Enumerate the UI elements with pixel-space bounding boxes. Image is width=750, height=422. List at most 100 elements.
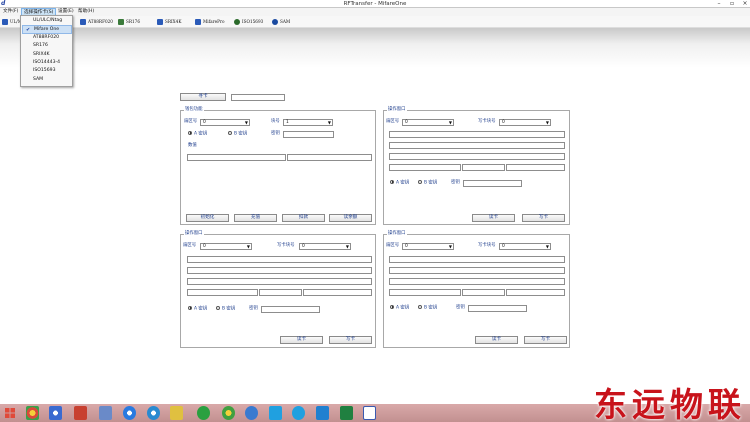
shield-icon[interactable] — [316, 406, 329, 420]
block-data-3a[interactable] — [389, 164, 461, 171]
card-icon — [2, 19, 8, 25]
read-card-button[interactable]: 读卡 — [472, 214, 515, 222]
key-b-radio[interactable]: B 密钥 — [418, 179, 437, 187]
block-data-3b[interactable] — [462, 164, 505, 171]
start-button[interactable] — [3, 406, 17, 420]
dropdown-item-sr176[interactable]: SR176 — [22, 42, 72, 50]
key-a-radio[interactable]: A 密钥 — [188, 305, 207, 313]
block-data-3a[interactable] — [187, 289, 258, 296]
folder-icon[interactable] — [170, 406, 183, 420]
write-card-button[interactable]: 写卡 — [522, 214, 565, 222]
value-label: 数值 — [188, 143, 197, 148]
block-data-3c[interactable] — [506, 164, 565, 171]
block-data-2[interactable] — [389, 278, 565, 285]
key-input[interactable] — [463, 180, 522, 187]
block-data-3c[interactable] — [506, 289, 565, 296]
toolbar-item-sr176[interactable]: SR176 — [118, 17, 140, 26]
wechat-icon[interactable] — [197, 406, 210, 420]
toolbar-item-mifarepro[interactable]: MifarePro — [195, 17, 225, 26]
chrome-alt-icon[interactable] — [222, 406, 235, 420]
value-input[interactable] — [187, 154, 286, 161]
dropdown-item-ul-ulc-ntag[interactable]: UL/ULC/Ntag — [22, 17, 72, 25]
block-label: 块号 — [271, 119, 280, 124]
recharge-button[interactable]: 充值 — [234, 214, 277, 222]
skype-icon[interactable] — [269, 406, 282, 420]
block-data-0[interactable] — [187, 256, 372, 263]
search-app-icon[interactable] — [49, 406, 62, 420]
sector-select[interactable]: 0 ▼ — [200, 243, 252, 250]
toolbar-item-sam[interactable]: SAM — [272, 17, 290, 26]
balance-output[interactable] — [287, 154, 372, 161]
key-b-radio[interactable]: B 密钥 — [228, 130, 247, 138]
radio-wave-icon — [234, 19, 240, 25]
write-block-select[interactable]: 0 ▼ — [299, 243, 351, 250]
dropdown-item-sam[interactable]: SAM — [22, 76, 72, 84]
block-data-1[interactable] — [389, 142, 565, 149]
maximize-button[interactable]: ▫ — [727, 0, 737, 8]
notepad-icon[interactable] — [99, 406, 112, 420]
key-input[interactable] — [283, 131, 334, 138]
card-id-field[interactable] — [231, 94, 285, 101]
dropdown-item-at88rf020[interactable]: AT88RF020 — [22, 34, 72, 42]
rftransfer-icon[interactable] — [363, 406, 376, 420]
block-data-1[interactable] — [187, 267, 372, 274]
block-data-3a[interactable] — [389, 289, 461, 296]
key-a-radio[interactable]: A 密钥 — [390, 179, 409, 187]
block-select[interactable]: 1 ▼ — [283, 119, 333, 126]
key-a-radio[interactable]: A 密钥 — [188, 130, 207, 138]
toolbar-item-iso15693[interactable]: ISO15693 — [234, 17, 263, 26]
dropdown-item-iso15693[interactable]: ISO15693 — [22, 67, 72, 75]
radio-selected-icon — [390, 179, 394, 184]
block-data-3c[interactable] — [303, 289, 372, 296]
toolbar-item-at88rf020[interactable]: AT88RF020 — [80, 17, 113, 26]
dropdown-item-srix4k[interactable]: SRIX4K — [22, 51, 72, 59]
sector-select[interactable]: 0 ▼ — [200, 119, 250, 126]
read-balance-button[interactable]: 读余额 — [329, 214, 372, 222]
block-data-1[interactable] — [389, 267, 565, 274]
block-data-0[interactable] — [389, 256, 565, 263]
block-data-3b[interactable] — [462, 289, 505, 296]
disc-icon — [272, 19, 278, 25]
key-a-radio[interactable]: A 密钥 — [390, 304, 409, 312]
dropdown-item-iso14443-4[interactable]: ISO14443-4 — [22, 59, 72, 67]
block-data-2[interactable] — [389, 153, 565, 160]
write-block-select[interactable]: 0 ▼ — [499, 243, 551, 250]
dropdown-item-mifare-one[interactable]: ✔ Mifare One — [22, 25, 72, 34]
write-block-label: 写卡块号 — [478, 243, 496, 248]
select-card-dropdown: UL/ULC/Ntag ✔ Mifare One AT88RF020 SR176 … — [20, 15, 73, 87]
menu-help[interactable]: 帮助(H) — [76, 8, 96, 16]
browser-icon[interactable] — [123, 406, 136, 420]
deduct-button[interactable]: 扣款 — [282, 214, 325, 222]
sector-select[interactable]: 0 ▼ — [402, 119, 454, 126]
minimize-button[interactable]: – — [714, 0, 724, 8]
toolbar-item-ulm[interactable]: UL/M — [2, 17, 22, 26]
paint-icon[interactable] — [74, 406, 87, 420]
find-card-button[interactable]: 寻卡 — [180, 93, 226, 101]
write-card-button[interactable]: 写卡 — [524, 336, 567, 344]
key-b-radio[interactable]: B 密钥 — [418, 304, 437, 312]
write-block-select[interactable]: 0 ▼ — [499, 119, 551, 126]
key-input[interactable] — [261, 306, 320, 313]
block-data-2[interactable] — [187, 278, 372, 285]
sector-select[interactable]: 0 ▼ — [402, 243, 454, 250]
init-button[interactable]: 初始化 — [186, 214, 229, 222]
read-card-button[interactable]: 读卡 — [280, 336, 323, 344]
card-icon — [195, 19, 201, 25]
dropdown-arrow-icon: ▼ — [244, 120, 248, 125]
chrome-icon[interactable] — [26, 406, 39, 420]
window-title: RFTransfer - MifareOne — [343, 1, 407, 7]
write-card-button[interactable]: 写卡 — [329, 336, 372, 344]
key-input[interactable] — [468, 305, 527, 312]
excel-icon[interactable] — [340, 406, 353, 420]
skype-alt-icon[interactable] — [292, 406, 305, 420]
block-data-0[interactable] — [389, 131, 565, 138]
toolbar-item-srix4k[interactable]: SRIX4K — [157, 17, 181, 26]
qq-icon[interactable] — [147, 406, 160, 420]
bird-icon[interactable] — [245, 406, 258, 420]
radio-icon — [418, 179, 422, 184]
close-button[interactable]: × — [740, 0, 750, 8]
read-card-button[interactable]: 读卡 — [475, 336, 518, 344]
menu-file[interactable]: 文件(F) — [1, 8, 20, 16]
key-b-radio[interactable]: B 密钥 — [216, 305, 235, 313]
block-data-3b[interactable] — [259, 289, 302, 296]
